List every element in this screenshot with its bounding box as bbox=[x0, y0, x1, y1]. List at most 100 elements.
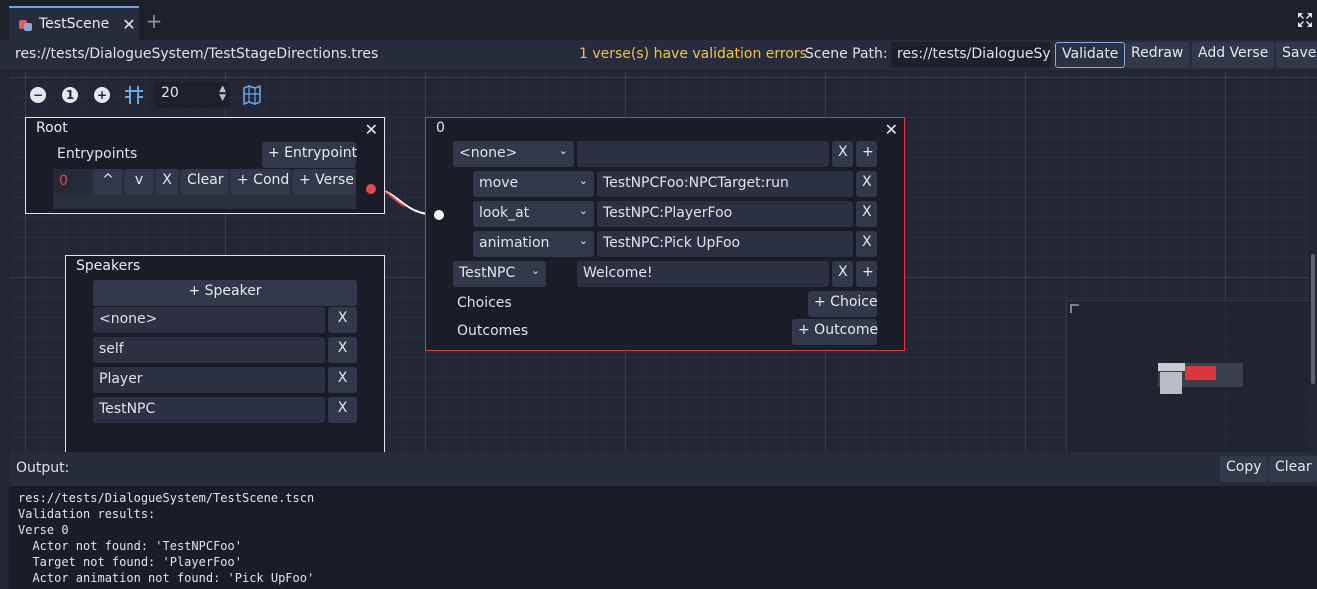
add-speaker-button[interactable]: + Speaker bbox=[93, 280, 357, 306]
direction-value-input[interactable]: TestNPC:PlayerFoo bbox=[597, 201, 853, 227]
distraction-free-icon[interactable] bbox=[1297, 12, 1313, 28]
remove-line-button[interactable]: X bbox=[832, 261, 853, 287]
zoom-reset-button[interactable]: 1 bbox=[58, 83, 82, 107]
move-up-button[interactable]: ^ bbox=[94, 169, 122, 195]
line-text-input[interactable]: Welcome! bbox=[577, 261, 829, 287]
speaker-field[interactable]: Player bbox=[93, 367, 325, 393]
scene-icon bbox=[19, 17, 33, 31]
chevron-down-icon: ⌄ bbox=[578, 174, 588, 187]
move-down-button[interactable]: v bbox=[125, 169, 153, 195]
root-node[interactable]: Root ✕ Entrypoints + Entrypoint 0 ^ v X … bbox=[25, 117, 385, 214]
snap-distance-spinbox[interactable]: 20 ▲ ▼ bbox=[154, 82, 230, 108]
add-choice-button[interactable]: + Choice bbox=[808, 291, 878, 317]
root-node-title: Root bbox=[36, 120, 68, 136]
copy-output-button[interactable]: Copy bbox=[1220, 456, 1268, 482]
left-edge bbox=[0, 72, 10, 452]
tab-testscene[interactable]: TestScene ✕ bbox=[9, 6, 139, 40]
zoom-toolbar: − 1 + 20 ▲ ▼ bbox=[26, 82, 272, 108]
direction-value-input[interactable]: TestNPC:Pick UpFoo bbox=[597, 231, 853, 257]
zoom-out-button[interactable]: − bbox=[26, 83, 50, 107]
snap-distance-value: 20 bbox=[161, 85, 179, 101]
resource-path: res://tests/DialogueSystem/TestStageDire… bbox=[15, 46, 379, 62]
remove-entrypoint-button[interactable]: X bbox=[156, 169, 178, 195]
line-speaker-select[interactable]: <none> ⌄ bbox=[453, 141, 574, 167]
add-tab-button[interactable]: + bbox=[144, 10, 164, 32]
zoom-in-icon: + bbox=[96, 88, 108, 102]
scene-path-input[interactable]: res://tests/DialogueSy bbox=[891, 42, 1051, 68]
direction-value-input[interactable]: TestNPCFoo:NPCTarget:run bbox=[597, 171, 853, 197]
chevron-down-icon: ⌄ bbox=[530, 264, 540, 277]
direction-type-value: animation bbox=[479, 235, 550, 251]
remove-speaker-button[interactable]: X bbox=[328, 367, 357, 393]
remove-direction-button[interactable]: X bbox=[856, 201, 877, 227]
line-text-input[interactable] bbox=[577, 141, 829, 167]
line-speaker-select[interactable]: TestNPC ⌄ bbox=[453, 261, 546, 287]
minimap-icon bbox=[243, 84, 261, 106]
output-port[interactable] bbox=[366, 184, 376, 194]
direction-type-select[interactable]: move ⌄ bbox=[473, 171, 594, 197]
zoom-out-icon: − bbox=[32, 88, 44, 102]
line-speaker-value: TestNPC bbox=[459, 265, 516, 281]
close-tab-icon[interactable]: ✕ bbox=[119, 15, 139, 34]
speakers-node[interactable]: Speakers + Speaker <none> X self X Playe… bbox=[65, 255, 385, 452]
remove-line-button[interactable]: X bbox=[832, 141, 853, 167]
add-verse-entry-button[interactable]: + Verse bbox=[293, 169, 356, 195]
close-icon[interactable]: ✕ bbox=[885, 120, 898, 139]
remove-speaker-button[interactable]: X bbox=[328, 337, 357, 363]
add-line-button[interactable]: + bbox=[856, 141, 877, 167]
remove-speaker-button[interactable]: X bbox=[328, 307, 357, 333]
remove-direction-button[interactable]: X bbox=[856, 231, 877, 257]
snap-toggle-button[interactable] bbox=[122, 83, 146, 107]
remove-direction-button[interactable]: X bbox=[856, 171, 877, 197]
spin-arrows-icon[interactable]: ▲ ▼ bbox=[219, 85, 226, 103]
scene-path-label: Scene Path: bbox=[805, 46, 888, 62]
graph-vertical-scrollbar[interactable] bbox=[1309, 144, 1317, 452]
speaker-field[interactable]: <none> bbox=[93, 307, 325, 333]
speaker-field[interactable]: self bbox=[93, 337, 325, 363]
input-port[interactable] bbox=[434, 210, 444, 220]
tab-bar: TestScene ✕ + bbox=[0, 0, 1317, 40]
output-label: Output: bbox=[16, 460, 70, 476]
chevron-down-icon: ⌄ bbox=[558, 144, 568, 157]
line-speaker-value: <none> bbox=[459, 145, 518, 161]
clear-button[interactable]: Clear bbox=[181, 169, 228, 195]
speakers-node-title: Speakers bbox=[76, 258, 141, 274]
outcomes-label: Outcomes bbox=[457, 323, 529, 339]
snap-grid-icon bbox=[125, 86, 143, 104]
validation-error-message: 1 verse(s) have validation errors bbox=[579, 46, 807, 62]
entrypoint-row: 0 ^ v X Clear + Cond + Verse bbox=[53, 169, 356, 209]
choices-label: Choices bbox=[457, 295, 512, 311]
save-button[interactable]: Save bbox=[1276, 42, 1317, 68]
entrypoints-label: Entrypoints bbox=[57, 146, 138, 162]
minimap-view bbox=[1070, 304, 1243, 394]
add-entrypoint-button[interactable]: + Entrypoint bbox=[262, 142, 357, 168]
remove-speaker-button[interactable]: X bbox=[328, 397, 357, 423]
verse-node-title: 0 bbox=[436, 120, 445, 136]
direction-type-value: move bbox=[479, 175, 519, 191]
add-line-button[interactable]: + bbox=[856, 261, 877, 287]
graph-editor[interactable]: − 1 + 20 ▲ ▼ Root ✕ Entrypoints + Entryp… bbox=[10, 72, 1317, 452]
add-verse-button[interactable]: Add Verse bbox=[1192, 42, 1275, 68]
validate-button[interactable]: Validate bbox=[1055, 42, 1126, 68]
direction-type-select[interactable]: animation ⌄ bbox=[473, 231, 594, 257]
redraw-button[interactable]: Redraw bbox=[1125, 42, 1190, 68]
output-log[interactable]: res://tests/DialogueSystem/TestScene.tsc… bbox=[10, 486, 1317, 589]
scrollbar-thumb[interactable] bbox=[1311, 254, 1315, 384]
tab-title: TestScene bbox=[39, 16, 110, 32]
add-cond-button[interactable]: + Cond bbox=[231, 169, 290, 195]
verse-node[interactable]: 0 ✕ <none> ⌄ X + move ⌄ TestNPCFoo:NPCTa… bbox=[425, 117, 905, 351]
direction-type-select[interactable]: look_at ⌄ bbox=[473, 201, 594, 227]
zoom-in-button[interactable]: + bbox=[90, 83, 114, 107]
zoom-reset-icon: 1 bbox=[65, 88, 75, 102]
chevron-down-icon: ⌄ bbox=[578, 234, 588, 247]
speaker-field[interactable]: TestNPC bbox=[93, 397, 325, 423]
editor-toolbar: res://tests/DialogueSystem/TestStageDire… bbox=[0, 40, 1317, 70]
minimap-toggle-button[interactable] bbox=[240, 83, 264, 107]
clear-output-button[interactable]: Clear bbox=[1269, 456, 1317, 482]
chevron-down-icon: ⌄ bbox=[578, 204, 588, 217]
direction-type-value: look_at bbox=[479, 205, 530, 221]
graph-minimap[interactable] bbox=[1066, 300, 1316, 452]
close-icon[interactable]: ✕ bbox=[365, 120, 378, 139]
add-outcome-button[interactable]: + Outcome bbox=[792, 319, 878, 345]
entrypoint-index-field[interactable]: 0 bbox=[53, 169, 91, 195]
